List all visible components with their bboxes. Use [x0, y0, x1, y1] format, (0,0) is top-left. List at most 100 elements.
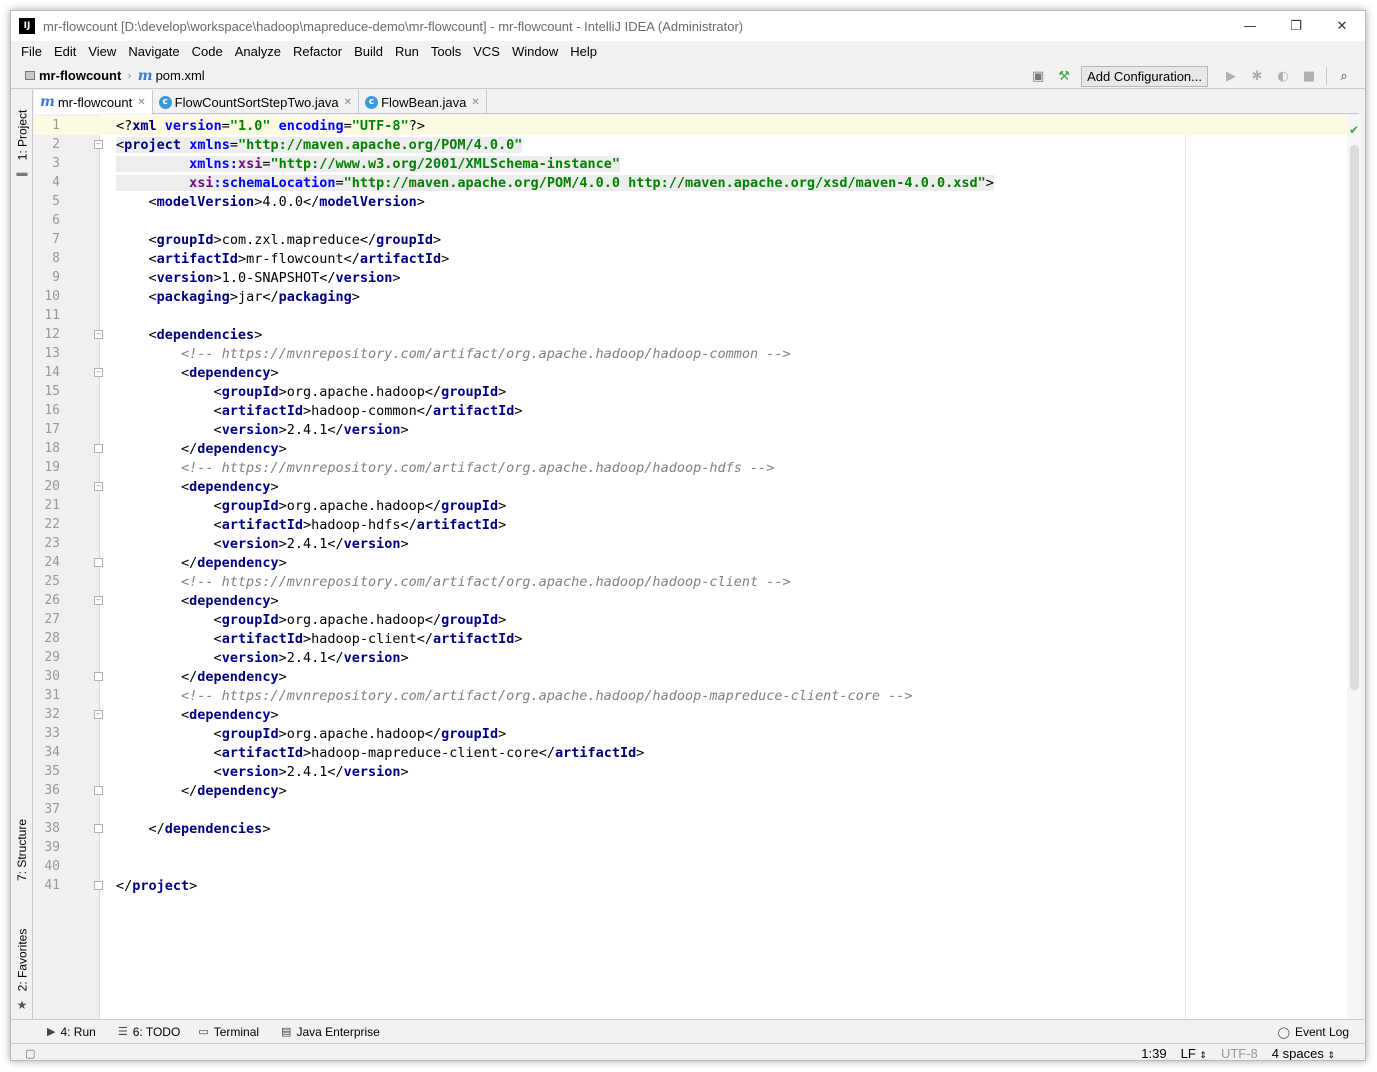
code-line[interactable]: 25 <!-- https://mvnrepository.com/artifa… [34, 572, 1347, 591]
code-line[interactable]: 19 <!-- https://mvnrepository.com/artifa… [34, 458, 1347, 477]
tab-mr-flowcount[interactable]: m mr-flowcount ✕ [34, 90, 153, 114]
tab-flowbean[interactable]: c FlowBean.java ✕ [359, 90, 487, 114]
add-configuration-button[interactable]: Add Configuration... [1081, 65, 1208, 87]
code-line[interactable]: 4 xsi:schemaLocation="http://maven.apach… [34, 173, 1347, 192]
tool-window-event-log[interactable]: ◯ Event Log [1278, 1020, 1349, 1044]
code-line[interactable]: 38 </dependencies> [34, 819, 1347, 838]
debug-icon[interactable]: ✱ [1246, 65, 1268, 87]
menu-file[interactable]: File [15, 41, 48, 63]
restore-button[interactable]: ❐ [1273, 11, 1319, 41]
code-line[interactable]: 16 <artifactId>hadoop-common</artifactId… [34, 401, 1347, 420]
code-line[interactable]: 13 <!-- https://mvnrepository.com/artifa… [34, 344, 1347, 363]
menu-tools[interactable]: Tools [425, 41, 467, 63]
menu-refactor[interactable]: Refactor [287, 41, 348, 63]
stop-icon[interactable]: ■ [1298, 65, 1320, 87]
code-line[interactable]: 20 − <dependency> [34, 477, 1347, 496]
code-line[interactable]: 2 − <project xmlns="http://maven.apache.or… [34, 135, 1347, 154]
tool-window-todo[interactable]: ☰ 6: TODO [118, 1025, 180, 1039]
fold-toggle-icon[interactable] [94, 558, 103, 567]
code-line[interactable]: 5 <modelVersion>4.0.0</modelVersion> [34, 192, 1347, 211]
close-icon[interactable]: ✕ [137, 97, 145, 108]
line-separator[interactable]: LF ⇕ [1181, 1046, 1207, 1060]
code-line[interactable]: 24 </dependency> [34, 553, 1347, 572]
run-icon[interactable]: ▶ [1220, 65, 1242, 87]
menu-analyze[interactable]: Analyze [229, 41, 287, 63]
menu-edit[interactable]: Edit [48, 41, 82, 63]
file-encoding[interactable]: UTF-8 [1221, 1046, 1258, 1060]
caret-position[interactable]: 1:39 [1141, 1046, 1166, 1060]
coverage-icon[interactable]: ◐ [1272, 65, 1294, 87]
code-line[interactable]: 32 − <dependency> [34, 705, 1347, 724]
code-line[interactable]: 11 [34, 306, 1347, 325]
code-line[interactable]: 40 [34, 857, 1347, 876]
code-line[interactable]: 3 xmlns:xsi="http://www.w3.org/2001/XMLS… [34, 154, 1347, 173]
vertical-scrollbar[interactable]: ✔ [1347, 115, 1361, 1020]
menu-build[interactable]: Build [348, 41, 389, 63]
code-line[interactable]: 18 </dependency> [34, 439, 1347, 458]
project-structure-icon[interactable]: ▣ [1027, 65, 1049, 87]
menu-window[interactable]: Window [506, 41, 564, 63]
code-line[interactable]: 17 <version>2.4.1</version> [34, 420, 1347, 439]
code-line[interactable]: 8 <artifactId>mr-flowcount</artifactId> [34, 249, 1347, 268]
code-line[interactable]: 23 <version>2.4.1</version> [34, 534, 1347, 553]
minimize-button[interactable]: — [1227, 11, 1273, 41]
tool-window-terminal[interactable]: ▭ Terminal [198, 1025, 259, 1039]
inspection-ok-icon[interactable]: ✔ [1349, 123, 1359, 137]
close-icon[interactable]: ✕ [344, 97, 352, 108]
fold-toggle-icon[interactable]: − [94, 140, 103, 149]
code-line[interactable]: 1 <?xml version="1.0" encoding="UTF-8"?> [34, 116, 1347, 135]
breadcrumb-project[interactable]: mr-flowcount [39, 68, 121, 83]
fold-toggle-icon[interactable]: − [94, 330, 103, 339]
code-editor[interactable]: 1 <?xml version="1.0" encoding="UTF-8"?> 2… [34, 115, 1361, 1020]
code-line[interactable]: 15 <groupId>org.apache.hadoop</groupId> [34, 382, 1347, 401]
code-line[interactable]: 26 − <dependency> [34, 591, 1347, 610]
scrollbar-thumb[interactable] [1350, 145, 1359, 690]
code-line[interactable]: 10 <packaging>jar</packaging> [34, 287, 1347, 306]
menu-view[interactable]: View [82, 41, 122, 63]
code-line[interactable]: 37 [34, 800, 1347, 819]
code-line[interactable]: 34 <artifactId>hadoop-mapreduce-client-c… [34, 743, 1347, 762]
fold-toggle-icon[interactable]: − [94, 368, 103, 377]
code-line[interactable]: 33 <groupId>org.apache.hadoop</groupId> [34, 724, 1347, 743]
fold-toggle-icon[interactable] [94, 881, 103, 890]
tool-window-structure[interactable]: 7: Structure [11, 810, 33, 890]
code-line[interactable]: 35 <version>2.4.1</version> [34, 762, 1347, 781]
fold-toggle-icon[interactable] [94, 824, 103, 833]
fold-toggle-icon[interactable] [94, 672, 103, 681]
menu-run[interactable]: Run [389, 41, 425, 63]
breadcrumb-file[interactable]: pom.xml [156, 68, 205, 83]
build-hammer-icon[interactable]: ⚒ [1053, 65, 1075, 87]
menu-vcs[interactable]: VCS [467, 41, 506, 63]
fold-toggle-icon[interactable]: − [94, 482, 103, 491]
fold-toggle-icon[interactable]: − [94, 596, 103, 605]
tool-window-run[interactable]: ▶ 4: Run [47, 1025, 96, 1039]
code-line[interactable]: 12 − <dependencies> [34, 325, 1347, 344]
tab-flowcountsortsteptwo[interactable]: c FlowCountSortStepTwo.java ✕ [153, 90, 360, 114]
indent-setting[interactable]: 4 spaces ⇕ [1272, 1046, 1335, 1060]
code-line[interactable]: 6 [34, 211, 1347, 230]
tool-window-project[interactable]: 1: Project [11, 100, 33, 170]
toggle-tool-windows-icon[interactable]: ▢ [25, 1047, 35, 1060]
tool-window-java-enterprise[interactable]: ▤ Java Enterprise [281, 1025, 380, 1039]
code-line[interactable]: 39 [34, 838, 1347, 857]
code-line[interactable]: 31 <!-- https://mvnrepository.com/artifa… [34, 686, 1347, 705]
code-line[interactable]: 30 </dependency> [34, 667, 1347, 686]
close-button[interactable]: ✕ [1319, 11, 1365, 41]
code-line[interactable]: 28 <artifactId>hadoop-client</artifactId… [34, 629, 1347, 648]
fold-toggle-icon[interactable]: − [94, 710, 103, 719]
menu-code[interactable]: Code [186, 41, 229, 63]
menu-navigate[interactable]: Navigate [122, 41, 185, 63]
code-line[interactable]: 36 </dependency> [34, 781, 1347, 800]
code-line[interactable]: 27 <groupId>org.apache.hadoop</groupId> [34, 610, 1347, 629]
search-icon[interactable]: ⌕ [1333, 65, 1355, 87]
close-icon[interactable]: ✕ [471, 97, 479, 108]
code-line[interactable]: 22 <artifactId>hadoop-hdfs</artifactId> [34, 515, 1347, 534]
code-line[interactable]: 7 <groupId>com.zxl.mapreduce</groupId> [34, 230, 1347, 249]
code-line[interactable]: 14 − <dependency> [34, 363, 1347, 382]
code-line[interactable]: 41 </project> [34, 876, 1347, 895]
code-line[interactable]: 29 <version>2.4.1</version> [34, 648, 1347, 667]
tool-window-favorites[interactable]: 2: Favorites [11, 920, 33, 1000]
code-line[interactable]: 21 <groupId>org.apache.hadoop</groupId> [34, 496, 1347, 515]
menu-help[interactable]: Help [564, 41, 603, 63]
fold-toggle-icon[interactable] [94, 786, 103, 795]
